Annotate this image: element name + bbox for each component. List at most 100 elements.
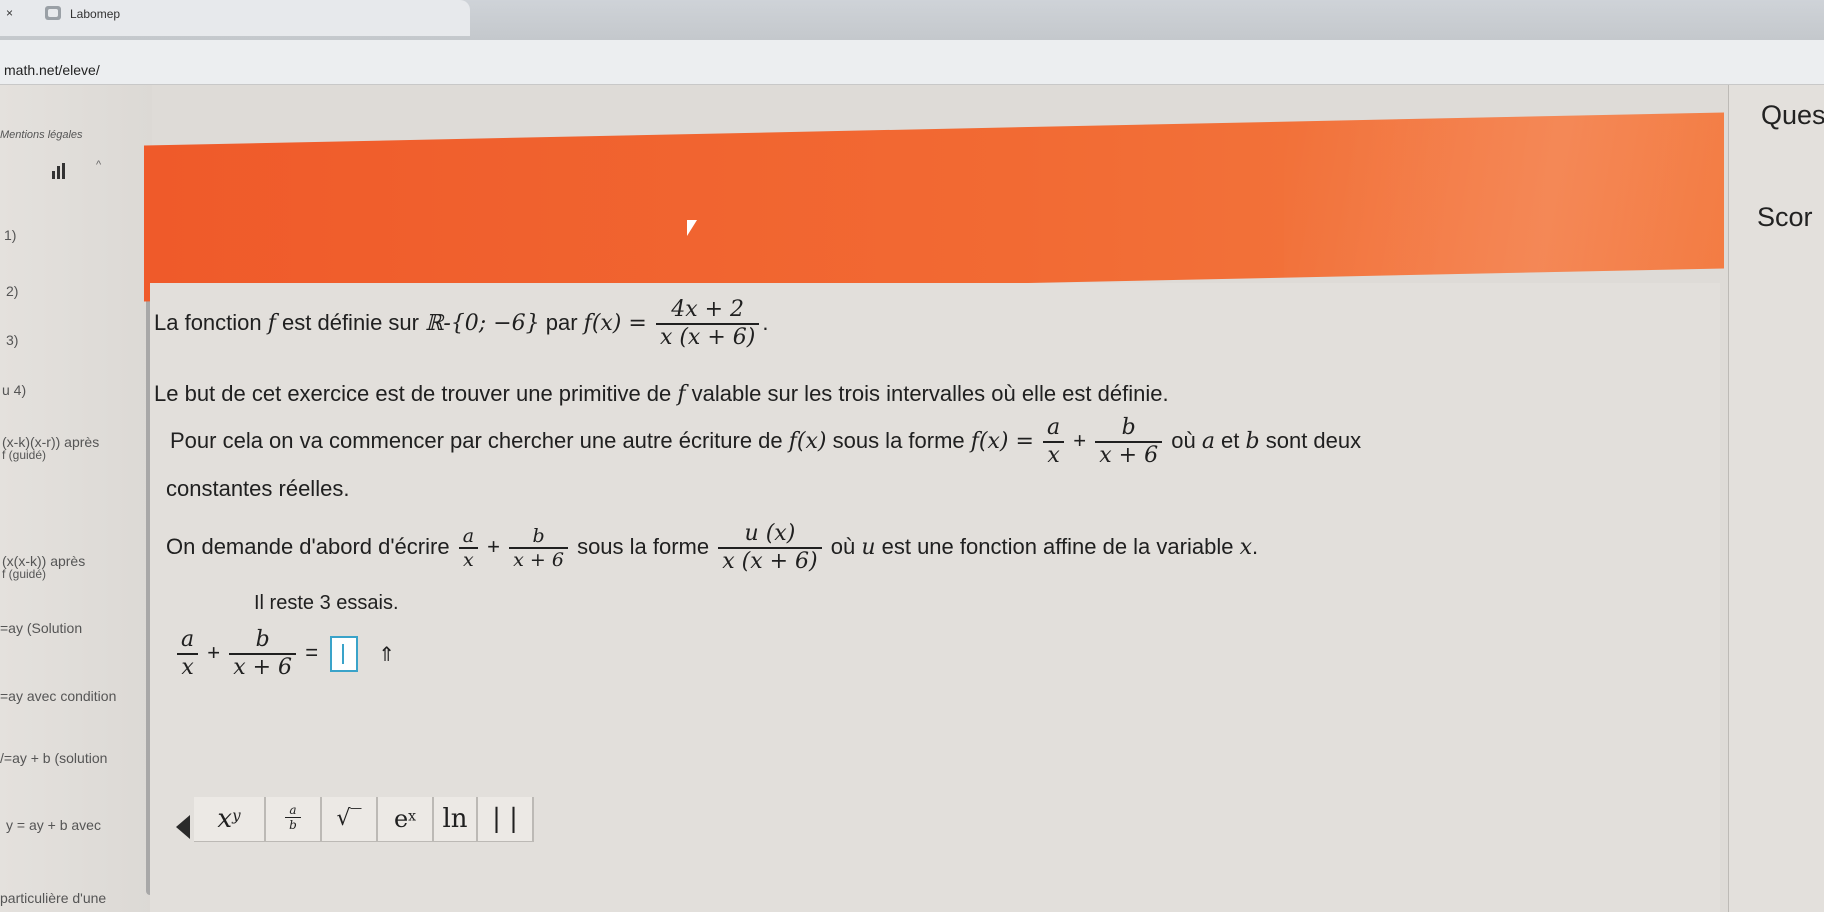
- sidebar-item-label: 3): [6, 332, 19, 348]
- math-x: x: [1239, 535, 1252, 561]
- fraction-numerator: b: [1095, 415, 1163, 444]
- sqrt-button[interactable]: √‾: [322, 797, 378, 842]
- sidebar-item-label: u 4): [2, 382, 27, 398]
- sidebar-item-label: particulière d'une: [0, 890, 107, 906]
- sidebar-item-label: 1): [4, 227, 17, 243]
- ln-button[interactable]: ln: [434, 797, 478, 842]
- tab-close-icon[interactable]: ×: [6, 6, 13, 20]
- plus-sign: +: [487, 534, 500, 560]
- sidebar-item-label: /=ay + b (solution: [0, 750, 108, 766]
- question-title: Ques: [1761, 100, 1824, 130]
- sidebar-item-sublabel: f (guidé): [2, 448, 47, 462]
- fraction-numerator: b: [509, 525, 568, 550]
- button-label-sup: x: [408, 808, 417, 825]
- attempts-remaining: Il reste 3 essais.: [254, 592, 399, 614]
- browser-tab[interactable]: × Labomep: [0, 0, 470, 36]
- fraction-u-over-xx6: u (x) x (x + 6): [718, 521, 822, 576]
- fraction-denominator: x + 6: [513, 549, 564, 572]
- sqrt-icon: √‾: [336, 806, 362, 831]
- fraction-numerator: b: [229, 627, 297, 656]
- sidebar-item-6[interactable]: (x(x-k)) après f (guidé): [2, 553, 85, 580]
- text: .: [1252, 534, 1259, 560]
- sidebar-item-10[interactable]: y = ay + b avec: [6, 817, 101, 833]
- text: est définie sur: [275, 310, 426, 336]
- math-a: a: [1201, 429, 1215, 455]
- sidebar-item-9[interactable]: /=ay + b (solution: [0, 750, 107, 766]
- fraction-b-over-x6: bx + 6: [229, 627, 297, 682]
- legal-notice-link[interactable]: Mentions légales: [0, 129, 83, 141]
- text: sous la forme: [826, 428, 971, 454]
- math-f: f: [267, 311, 276, 337]
- button-label: ln: [442, 804, 468, 834]
- fraction-numerator: 4x + 2: [655, 297, 760, 326]
- math-fx: f(x): [788, 429, 827, 455]
- sidebar-item-2[interactable]: 2): [6, 283, 18, 299]
- sidebar: Mentions légales ^ 1) 2) 3) u 4) (x-k)(x…: [0, 85, 155, 912]
- button-label: | |: [492, 804, 518, 834]
- fraction-numerator: a: [1043, 415, 1065, 444]
- text: par: [539, 310, 584, 336]
- sidebar-item-8[interactable]: =ay avec condition: [0, 688, 116, 704]
- answer-input[interactable]: [330, 636, 359, 673]
- statement-line-4: constantes réelles.: [166, 476, 349, 502]
- tab-title: Labomep: [70, 7, 121, 21]
- text: valable sur les trois intervalles où ell…: [685, 381, 1169, 406]
- sidebar-item-label: =ay avec condition: [0, 688, 117, 704]
- button-label-sup: y: [232, 806, 241, 825]
- sidebar-item-3[interactable]: 3): [6, 332, 18, 348]
- fraction-denominator: x + 6: [1099, 443, 1159, 469]
- text: La fonction: [154, 310, 268, 336]
- math-f: f: [677, 382, 686, 407]
- fraction-a-over-x: ax: [458, 525, 479, 573]
- sidebar-item-label: =ay (Solution: [0, 620, 83, 636]
- stats-icon[interactable]: [52, 163, 66, 179]
- exp-button[interactable]: ex: [378, 797, 434, 842]
- fraction-a-over-x: ax: [1043, 415, 1065, 470]
- score-title: Scor: [1757, 202, 1813, 232]
- sidebar-item-4[interactable]: u 4): [2, 382, 26, 398]
- statement-line-1: La fonction f est définie sur ℝ-{0; −6} …: [154, 297, 768, 352]
- chevron-up-icon[interactable]: ^: [96, 159, 101, 171]
- text: sont deux: [1259, 428, 1362, 454]
- abs-button[interactable]: | |: [478, 797, 534, 842]
- math-domain: ℝ-{0; −6}: [425, 311, 540, 337]
- instruction-line: On demande d'abord d'écrire ax + bx + 6 …: [166, 521, 1258, 576]
- banner-decoration: [1284, 112, 1724, 278]
- fraction-denominator: b: [289, 818, 297, 833]
- text: .: [762, 310, 769, 336]
- power-button[interactable]: xy: [194, 797, 266, 842]
- fraction-numerator: a: [458, 525, 479, 550]
- exercise-header-banner: [144, 112, 1724, 302]
- fraction-denominator: x (x + 6): [722, 549, 818, 575]
- sidebar-item-5[interactable]: (x-k)(x-r)) après f (guidé): [2, 434, 99, 461]
- labomep-favicon-icon: [45, 6, 61, 20]
- sidebar-item-11[interactable]: particulière d'une: [0, 890, 106, 906]
- equals-sign: =: [305, 640, 319, 666]
- text: et: [1214, 428, 1246, 454]
- url-text[interactable]: math.net/eleve/: [4, 62, 100, 78]
- fraction-a-over-x: ax: [177, 627, 199, 682]
- fraction-denominator: x + 6: [233, 655, 293, 681]
- exponent-up-button[interactable]: ⇑: [378, 642, 395, 667]
- fraction-button[interactable]: ab: [266, 797, 322, 842]
- collapse-toolbar-icon[interactable]: [176, 815, 190, 839]
- text-cursor: [342, 644, 345, 665]
- sidebar-item-1[interactable]: 1): [4, 227, 16, 243]
- text: où: [1165, 428, 1202, 454]
- fraction-b-over-x6: bx + 6: [1095, 415, 1163, 470]
- fraction-denominator: x: [1047, 443, 1060, 469]
- text: est une fonction affine de la variable: [875, 534, 1240, 560]
- fraction-denominator: x (x + 6): [659, 325, 756, 351]
- button-label: x: [217, 804, 233, 834]
- answer-row: ax + bx + 6 = ⇑: [174, 627, 395, 682]
- text: sous la forme: [577, 534, 716, 560]
- statement-line-3: Pour cela on va commencer par chercher u…: [170, 415, 1361, 470]
- fraction-b-over-x6: bx + 6: [509, 525, 568, 573]
- sidebar-item-7[interactable]: =ay (Solution: [0, 620, 82, 636]
- address-bar[interactable]: math.net/eleve/: [0, 40, 1824, 85]
- math-u: u: [861, 535, 876, 561]
- text: Pour cela on va commencer par chercher u…: [170, 428, 789, 454]
- fraction-numerator: a: [177, 627, 199, 656]
- math-fx: f(x) =: [970, 429, 1034, 455]
- fraction-denominator: x: [181, 655, 194, 681]
